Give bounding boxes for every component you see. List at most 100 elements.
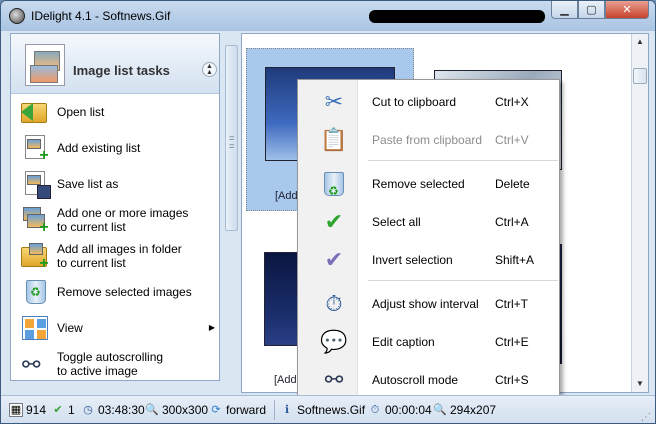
menu-item-select-all[interactable]: ✔ Select all Ctrl+A — [298, 204, 559, 238]
status-text: 300x300 — [162, 403, 209, 417]
redacted-bar — [369, 10, 545, 23]
context-menu: ✂ Cut to clipboard Ctrl+X 📋 Paste from c… — [297, 79, 560, 396]
image-list-icon — [25, 44, 65, 86]
binoculars-icon: ⚯ — [324, 367, 344, 392]
task-label: Save list as — [57, 177, 119, 191]
menu-item-label: Adjust show interval — [372, 297, 479, 311]
task-list: Open list + Add existing list Save list … — [21, 94, 219, 382]
close-button[interactable]: ✕ — [605, 1, 649, 19]
menu-item-cut[interactable]: ✂ Cut to clipboard Ctrl+X — [298, 84, 559, 118]
menu-item-label: Edit caption — [372, 335, 435, 349]
menu-item-shortcut: Delete — [495, 177, 530, 191]
menu-item-adjust-interval[interactable]: ⏱ Adjust show interval Ctrl+T — [298, 286, 559, 320]
menu-item-label: Autoscroll mode — [372, 373, 459, 387]
stopwatch-icon: ⏱ — [325, 291, 343, 316]
magnifier-icon: 🔍 — [145, 404, 159, 416]
maximize-button[interactable]: ▢ — [578, 1, 605, 19]
thumbnail-caption: [Add — [274, 374, 297, 386]
status-text: 914 — [26, 403, 47, 417]
magnifier-icon: 🔍 — [433, 404, 447, 416]
thumbnail-caption: [Add — [275, 190, 298, 202]
add-images-icon: + — [21, 205, 51, 236]
menu-item-label: Invert selection — [372, 253, 453, 267]
status-total-duration: ◷ 03:48:30 — [81, 401, 145, 419]
title-bar[interactable]: IDelight 4.1 - Softnews.Gif ▁ ▢ ✕ — [1, 1, 655, 31]
task-add-images[interactable]: + Add one or more images to current list — [21, 202, 219, 238]
scrollbar-thumb[interactable] — [633, 68, 647, 84]
info-icon: ℹ — [284, 404, 290, 416]
add-folder-icon: + — [21, 241, 51, 272]
menu-item-paste: 📋 Paste from clipboard Ctrl+V — [298, 122, 559, 156]
refresh-icon: ⟳ — [211, 404, 221, 416]
status-text: forward — [226, 403, 267, 417]
menu-item-shortcut: Shift+A — [495, 253, 535, 267]
task-toggle-autoscrolling[interactable]: ⚯ Toggle autoscrolling to active image — [21, 346, 219, 382]
save-list-icon — [21, 169, 51, 199]
task-remove-selected-images[interactable]: Remove selected images — [21, 274, 219, 310]
menu-item-label: Select all — [372, 215, 421, 229]
status-bar: ▦ 914 ✔ 1 ◷ 03:48:30 🔍 300x300 ⟳ forward… — [1, 395, 655, 423]
binoculars-icon: ⚯ — [22, 352, 41, 377]
task-add-folder-images[interactable]: + Add all images in folder to current li… — [21, 238, 219, 274]
recycle-bin-icon — [320, 170, 348, 205]
menu-item-shortcut: Ctrl+T — [495, 297, 528, 311]
submenu-arrow-icon: ▶ — [208, 323, 215, 332]
menu-item-invert-selection[interactable]: ✔ Invert selection Shift+A — [298, 242, 559, 276]
status-interval: ⏱ 00:00:04 — [368, 401, 432, 419]
task-open-list[interactable]: Open list — [21, 94, 219, 130]
menu-item-shortcut: Ctrl+X — [495, 95, 529, 109]
minimize-button[interactable]: ▁ — [551, 1, 578, 19]
task-add-existing-list[interactable]: + Add existing list — [21, 130, 219, 166]
menu-item-remove-selected[interactable]: Remove selected Delete — [298, 166, 559, 205]
open-list-icon — [21, 97, 51, 127]
clipboard-icon: 📋 — [320, 127, 348, 152]
menu-item-label: Paste from clipboard — [372, 133, 483, 147]
app-window: IDelight 4.1 - Softnews.Gif ▁ ▢ ✕ Image … — [0, 0, 656, 424]
resize-grip-icon[interactable]: ⋰ — [641, 412, 651, 423]
task-label: Open list — [57, 105, 105, 119]
task-label: Add all images in folder — [57, 242, 182, 256]
collapse-chevron-icon[interactable]: ▲ ▲ — [202, 62, 217, 77]
task-pane: Image list tasks ▲ ▲ Open list + Add exis… — [10, 33, 220, 381]
menu-separator — [368, 280, 558, 281]
green-check-icon: ✔ — [324, 209, 344, 234]
menu-item-autoscroll-mode[interactable]: ⚯ Autoscroll mode Ctrl+S — [298, 362, 559, 396]
status-text: 03:48:30 — [98, 403, 145, 417]
menu-item-shortcut: Ctrl+V — [495, 133, 529, 147]
app-icon[interactable] — [9, 8, 25, 24]
status-current-file: ℹ Softnews.Gif — [280, 401, 365, 419]
speech-bubble-icon: 💬 — [320, 329, 348, 354]
scroll-down-icon[interactable]: ▼ — [632, 376, 648, 392]
image-count-icon: ▦ — [9, 403, 23, 417]
close-icon: ✕ — [622, 4, 632, 16]
window-title: IDelight 4.1 - Softnews.Gif — [31, 9, 171, 23]
task-save-list-as[interactable]: Save list as — [21, 166, 219, 202]
vertical-scrollbar[interactable]: ▲ ▼ — [631, 34, 648, 392]
minimize-icon: ▁ — [560, 4, 569, 16]
menu-item-label: Remove selected — [372, 177, 465, 191]
menu-item-edit-caption[interactable]: 💬 Edit caption Ctrl+E — [298, 324, 559, 358]
status-text: Softnews.Gif — [297, 403, 366, 417]
status-direction: ⟳ forward — [209, 401, 266, 419]
task-view[interactable]: View ▶ — [21, 310, 219, 346]
task-label: to current list — [57, 220, 126, 234]
add-list-icon: + — [21, 133, 51, 164]
status-divider — [274, 400, 275, 420]
status-image-count: ▦ 914 — [9, 401, 46, 419]
task-pane-title: Image list tasks — [73, 63, 170, 78]
scroll-up-icon[interactable]: ▲ — [632, 34, 648, 50]
menu-item-shortcut: Ctrl+A — [495, 215, 529, 229]
status-selected-count: ✔ 1 — [51, 401, 74, 419]
status-image-size: 🔍 294x207 — [433, 401, 496, 419]
task-label: to current list — [57, 256, 126, 270]
stopwatch-icon: ⏱ — [370, 404, 380, 416]
window-controls: ▁ ▢ ✕ — [551, 1, 649, 19]
view-icon — [21, 313, 51, 343]
maximize-icon: ▢ — [586, 4, 597, 16]
task-pane-header[interactable]: Image list tasks ▲ ▲ — [11, 34, 219, 94]
task-label: View — [57, 321, 83, 335]
menu-item-shortcut: Ctrl+E — [495, 335, 529, 349]
menu-item-label: Cut to clipboard — [372, 95, 457, 109]
pane-splitter[interactable]: = = — [225, 45, 238, 231]
status-text: 294x207 — [450, 403, 497, 417]
